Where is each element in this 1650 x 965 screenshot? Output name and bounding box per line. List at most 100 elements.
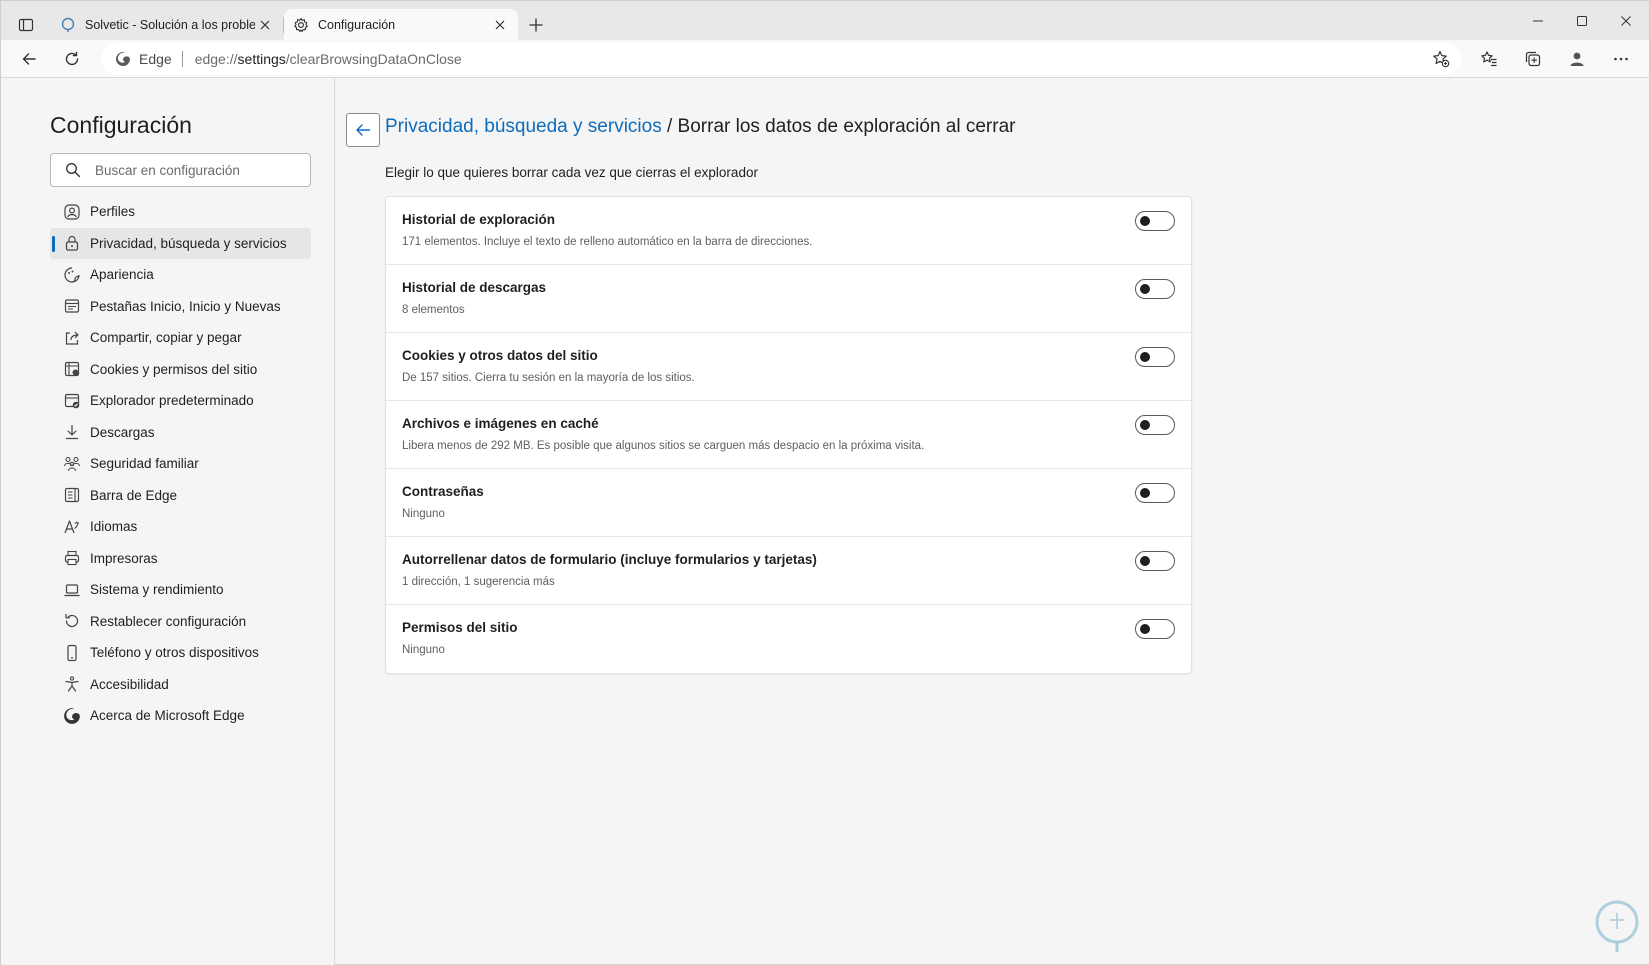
edge-bar-icon xyxy=(63,486,81,504)
reset-icon xyxy=(63,612,81,630)
close-window-button[interactable] xyxy=(1604,5,1648,37)
sidebar-item-label: Compartir, copiar y pegar xyxy=(90,330,242,346)
sidebar-item-telefono[interactable]: Teléfono y otros dispositivos xyxy=(50,637,311,669)
new-tab-button[interactable] xyxy=(521,11,551,39)
printer-icon xyxy=(63,549,81,567)
sidebar-item-impresoras[interactable]: Impresoras xyxy=(50,543,311,575)
sidebar-item-label: Idiomas xyxy=(90,519,138,535)
toggle-autorrellenar[interactable] xyxy=(1135,551,1175,571)
sidebar-item-label: Teléfono y otros dispositivos xyxy=(90,645,259,661)
toggle-permisos[interactable] xyxy=(1135,619,1175,639)
toggle-knob xyxy=(1140,352,1150,362)
option-row-contrasenas: Contraseñas Ninguno xyxy=(386,469,1191,537)
breadcrumb-separator: / xyxy=(666,116,673,137)
minimize-button[interactable] xyxy=(1516,5,1560,37)
option-description: Ninguno xyxy=(402,508,445,520)
add-favorite-button[interactable] xyxy=(1425,43,1457,75)
toggle-knob xyxy=(1140,624,1150,634)
address-bar[interactable]: Edge edge://settings/clearBrowsingDataOn… xyxy=(101,43,1461,75)
sidebar-item-label: Pestañas Inicio, Inicio y Nuevas xyxy=(90,298,281,314)
refresh-button[interactable] xyxy=(56,43,88,75)
sidebar-item-label: Sistema y rendimiento xyxy=(90,582,224,598)
sidebar-item-label: Privacidad, búsqueda y servicios xyxy=(90,235,287,251)
sidebar-item-label: Acerca de Microsoft Edge xyxy=(90,708,245,724)
option-description: Ninguno xyxy=(402,644,445,656)
sidebar-item-explorador[interactable]: Explorador predeterminado xyxy=(50,385,311,417)
sidebar-item-apariencia[interactable]: Apariencia xyxy=(50,259,311,291)
option-row-cache: Archivos e imágenes en caché Libera meno… xyxy=(386,401,1191,469)
tab-actions-button[interactable] xyxy=(11,10,41,40)
sidebar-item-perfiles[interactable]: Perfiles xyxy=(50,196,311,228)
close-tab-icon[interactable] xyxy=(255,15,275,35)
sidebar-item-compartir[interactable]: Compartir, copiar y pegar xyxy=(50,322,311,354)
search-input[interactable] xyxy=(95,162,305,178)
settings-search[interactable] xyxy=(50,153,311,187)
favorites-button[interactable] xyxy=(1473,43,1505,75)
cookies-icon xyxy=(63,360,81,378)
toggle-knob xyxy=(1140,420,1150,430)
option-title: Historial de descargas xyxy=(402,280,547,295)
collections-button[interactable] xyxy=(1517,43,1549,75)
solvetic-favicon xyxy=(59,16,77,34)
sidebar-item-idiomas[interactable]: Idiomas xyxy=(50,511,311,543)
toggle-historial-exploracion[interactable] xyxy=(1135,211,1175,231)
arrow-left-icon xyxy=(356,124,371,136)
settings-sidebar: Configuración Perfiles Privacidad, búsqu… xyxy=(1,78,335,965)
sidebar-item-acerca-de[interactable]: Acerca de Microsoft Edge xyxy=(50,700,311,732)
back-button[interactable] xyxy=(13,43,45,75)
option-title: Autorrellenar datos de formulario (inclu… xyxy=(402,552,817,567)
site-label: Edge xyxy=(139,51,172,67)
toggle-cookies[interactable] xyxy=(1135,347,1175,367)
option-row-historial-descargas: Historial de descargas 8 elementos xyxy=(386,265,1191,333)
sidebar-item-restablecer[interactable]: Restablecer configuración xyxy=(50,606,311,638)
sidebar-item-cookies[interactable]: Cookies y permisos del sitio xyxy=(50,354,311,386)
tab-solvetic[interactable]: Solvetic - Solución a los problemas xyxy=(51,9,283,41)
edge-logo-icon xyxy=(63,707,81,725)
close-icon xyxy=(1621,16,1631,26)
toggle-cache[interactable] xyxy=(1135,415,1175,435)
settings-title: Configuración xyxy=(50,112,192,138)
toggle-historial-descargas[interactable] xyxy=(1135,279,1175,299)
tab-label: Solvetic - Solución a los problemas xyxy=(85,18,255,32)
sidebar-item-descargas[interactable]: Descargas xyxy=(50,417,311,449)
accessibility-icon xyxy=(63,675,81,693)
sidebar-item-seguridad-familiar[interactable]: Seguridad familiar xyxy=(50,448,311,480)
url-path: /clearBrowsingDataOnClose xyxy=(285,51,462,67)
sidebar-item-label: Explorador predeterminado xyxy=(90,393,254,409)
sidebar-item-sistema[interactable]: Sistema y rendimiento xyxy=(50,574,311,606)
option-description: De 157 sitios. Cierra tu sesión en la ma… xyxy=(402,372,695,384)
toggle-knob xyxy=(1140,556,1150,566)
profile-button[interactable] xyxy=(1561,43,1593,75)
tab-strip: Solvetic - Solución a los problemas Conf… xyxy=(0,0,1650,41)
settings-page: Configuración Perfiles Privacidad, búsqu… xyxy=(0,78,1650,965)
star-add-icon xyxy=(1433,50,1450,68)
sidebar-item-accesibilidad[interactable]: Accesibilidad xyxy=(50,669,311,701)
more-menu-button[interactable] xyxy=(1605,43,1637,75)
option-title: Contraseñas xyxy=(402,484,484,499)
sidebar-item-barra-edge[interactable]: Barra de Edge xyxy=(50,480,311,512)
gear-icon xyxy=(292,16,310,34)
minimize-icon xyxy=(1533,20,1543,22)
edge-logo-icon xyxy=(115,51,131,67)
toggle-contrasenas[interactable] xyxy=(1135,483,1175,503)
maximize-button[interactable] xyxy=(1560,5,1604,37)
back-to-privacy-button[interactable] xyxy=(346,113,380,147)
breadcrumb-privacy-link[interactable]: Privacidad, búsqueda y servicios xyxy=(385,116,662,137)
close-tab-icon[interactable] xyxy=(490,15,510,35)
share-icon xyxy=(63,329,81,347)
url-text: edge://settings/clearBrowsingDataOnClose xyxy=(195,51,462,67)
option-title: Cookies y otros datos del sitio xyxy=(402,348,598,363)
browser-toolbar: Edge edge://settings/clearBrowsingDataOn… xyxy=(0,40,1650,78)
appearance-icon xyxy=(63,266,81,284)
sidebar-item-pestanas[interactable]: Pestañas Inicio, Inicio y Nuevas xyxy=(50,291,311,323)
maximize-icon xyxy=(1577,16,1587,26)
option-row-historial-exploracion: Historial de exploración 171 elementos. … xyxy=(386,197,1191,265)
option-row-cookies: Cookies y otros datos del sitio De 157 s… xyxy=(386,333,1191,401)
option-title: Archivos e imágenes en caché xyxy=(402,416,599,431)
toggle-knob xyxy=(1140,488,1150,498)
sidebar-item-privacidad[interactable]: Privacidad, búsqueda y servicios xyxy=(50,227,311,259)
url-host: settings xyxy=(237,51,286,67)
option-description: 1 dirección, 1 sugerencia más xyxy=(402,576,555,588)
tab-configuracion[interactable]: Configuración xyxy=(284,9,518,41)
sidebar-item-label: Impresoras xyxy=(90,550,158,566)
